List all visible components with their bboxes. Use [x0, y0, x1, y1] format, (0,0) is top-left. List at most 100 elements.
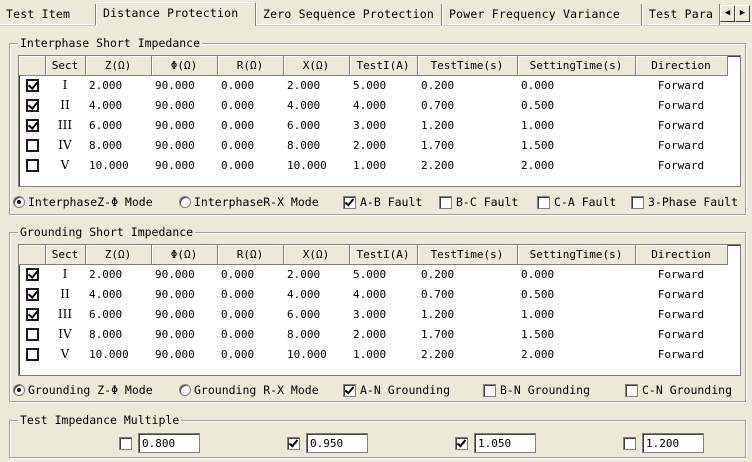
table-row[interactable]: II 4.000 90.000 0.000 4.000 4.000 0.700 0.500 Fo… [19, 284, 727, 304]
cell-z[interactable]: 4.000 [85, 284, 151, 304]
cell-direction[interactable]: Forward [635, 115, 727, 135]
table-row[interactable]: V 10.000 90.000 0.000 10.000 1.000 2.200 2.000 F… [19, 155, 727, 175]
cell-r[interactable]: 0.000 [217, 284, 283, 304]
col-sect[interactable]: Sect [45, 245, 86, 265]
row-select-checkbox[interactable] [25, 327, 39, 341]
row-select-checkbox[interactable] [25, 268, 39, 281]
an-grounding-checkbox[interactable]: A-N Grounding [343, 382, 450, 398]
table-row[interactable]: II 4.000 90.000 0.000 4.000 4.000 0.700 0.500 Fo… [19, 95, 727, 115]
bn-grounding-checkbox[interactable]: B-N Grounding [483, 382, 590, 398]
cell-sect[interactable]: III [45, 304, 85, 324]
col-z[interactable]: Z(Ω) [85, 56, 152, 76]
cell-direction[interactable]: Forward [635, 284, 727, 304]
cell-phi[interactable]: 90.000 [151, 264, 217, 284]
cell-x[interactable]: 2.000 [283, 264, 349, 284]
cell-sect[interactable]: V [45, 344, 85, 364]
grounding-rx-mode-radio[interactable]: Grounding R-X Mode [179, 382, 319, 398]
cell-sect[interactable]: V [45, 155, 85, 175]
col-test-time[interactable]: TestTime(s) [417, 245, 518, 265]
cell-test-i[interactable]: 5.000 [349, 264, 417, 284]
cell-r[interactable]: 0.000 [217, 264, 283, 284]
cell-setting-time[interactable]: 0.500 [517, 284, 635, 304]
cell-z[interactable]: 2.000 [85, 75, 151, 95]
table-row[interactable]: III 6.000 90.000 0.000 6.000 3.000 1.200 1.000 F… [19, 115, 727, 135]
cell-test-i[interactable]: 4.000 [349, 284, 417, 304]
cell-test-time[interactable]: 0.200 [417, 264, 517, 284]
col-direction[interactable]: Direction [635, 245, 728, 265]
cell-phi[interactable]: 90.000 [151, 324, 217, 344]
cell-x[interactable]: 4.000 [283, 95, 349, 115]
cell-phi[interactable]: 90.000 [151, 284, 217, 304]
cell-direction[interactable]: Forward [635, 344, 727, 364]
cell-sect[interactable]: II [45, 284, 85, 304]
multiple-1-input[interactable] [138, 433, 200, 453]
cell-x[interactable]: 8.000 [283, 135, 349, 155]
cell-test-time[interactable]: 1.700 [417, 324, 517, 344]
cell-setting-time[interactable]: 1.000 [517, 304, 635, 324]
cell-direction[interactable]: Forward [635, 135, 727, 155]
table-row[interactable]: III 6.000 90.000 0.000 6.000 3.000 1.200 1.000 F… [19, 304, 727, 324]
cell-test-time[interactable]: 0.200 [417, 75, 517, 95]
cn-grounding-checkbox[interactable]: C-N Grounding [625, 382, 732, 398]
cell-r[interactable]: 0.000 [217, 344, 283, 364]
table-row[interactable]: IV 8.000 90.000 0.000 8.000 2.000 1.700 1.500 Fo… [19, 135, 727, 155]
cell-direction[interactable]: Forward [635, 155, 727, 175]
cell-r[interactable]: 0.000 [217, 75, 283, 95]
multiple-2-input[interactable] [306, 433, 368, 453]
cell-x[interactable]: 10.000 [283, 344, 349, 364]
cell-test-time[interactable]: 0.700 [417, 284, 517, 304]
ab-fault-checkbox[interactable]: A-B Fault [343, 194, 422, 210]
cell-x[interactable]: 4.000 [283, 284, 349, 304]
cell-z[interactable]: 2.000 [85, 264, 151, 284]
cell-setting-time[interactable]: 2.000 [517, 344, 635, 364]
col-test-i[interactable]: TestI(A) [349, 56, 418, 76]
multiple-3-input[interactable] [474, 433, 536, 453]
cell-test-time[interactable]: 1.700 [417, 135, 517, 155]
cell-x[interactable]: 6.000 [283, 304, 349, 324]
col-r[interactable]: R(Ω) [217, 56, 284, 76]
tab-distance-protection[interactable]: Distance Protection [96, 2, 256, 26]
cell-phi[interactable]: 90.000 [151, 75, 217, 95]
cell-r[interactable]: 0.000 [217, 304, 283, 324]
row-select-checkbox[interactable] [25, 98, 39, 112]
row-select-checkbox[interactable] [25, 118, 39, 132]
col-x[interactable]: X(Ω) [283, 245, 350, 265]
cell-setting-time[interactable]: 1.000 [517, 115, 635, 135]
tab-scroll-right-button[interactable]: ▶ [735, 5, 750, 22]
table-row[interactable]: I 2.000 90.000 0.000 2.000 5.000 0.200 0.000 For… [19, 264, 727, 284]
cell-test-time[interactable]: 1.200 [417, 304, 517, 324]
col-phi[interactable]: Φ(Ω) [151, 56, 218, 76]
col-phi[interactable]: Φ(Ω) [151, 245, 218, 265]
row-select-checkbox[interactable] [25, 347, 39, 361]
cell-phi[interactable]: 90.000 [151, 344, 217, 364]
cell-sect[interactable]: I [45, 264, 85, 284]
cell-direction[interactable]: Forward [635, 264, 727, 284]
cell-z[interactable]: 6.000 [85, 115, 151, 135]
cell-test-i[interactable]: 5.000 [349, 75, 417, 95]
tab-test-para[interactable]: Test Para [642, 4, 720, 25]
col-sect[interactable]: Sect [45, 56, 86, 76]
cell-direction[interactable]: Forward [635, 304, 727, 324]
cell-z[interactable]: 10.000 [85, 155, 151, 175]
cell-sect[interactable]: I [45, 75, 85, 95]
col-test-time[interactable]: TestTime(s) [417, 56, 518, 76]
cell-phi[interactable]: 90.000 [151, 304, 217, 324]
cell-test-time[interactable]: 0.700 [417, 95, 517, 115]
tab-power-frequency-variance[interactable]: Power Frequency Variance [442, 4, 642, 25]
cell-r[interactable]: 0.000 [217, 155, 283, 175]
cell-r[interactable]: 0.000 [217, 95, 283, 115]
interphase-zphi-mode-radio[interactable]: InterphaseZ-Φ Mode [13, 194, 153, 210]
multiple-4-checkbox[interactable] [623, 436, 636, 450]
cell-setting-time[interactable]: 0.000 [517, 75, 635, 95]
row-select-checkbox[interactable] [25, 138, 39, 152]
cell-test-i[interactable]: 2.000 [349, 324, 417, 344]
cell-phi[interactable]: 90.000 [151, 135, 217, 155]
cell-r[interactable]: 0.000 [217, 115, 283, 135]
col-setting-time[interactable]: SettingTime(s) [517, 56, 636, 76]
cell-z[interactable]: 10.000 [85, 344, 151, 364]
col-z[interactable]: Z(Ω) [85, 245, 152, 265]
multiple-3-checkbox[interactable] [455, 436, 468, 450]
cell-x[interactable]: 2.000 [283, 75, 349, 95]
row-select-checkbox[interactable] [25, 307, 39, 321]
col-r[interactable]: R(Ω) [217, 245, 284, 265]
